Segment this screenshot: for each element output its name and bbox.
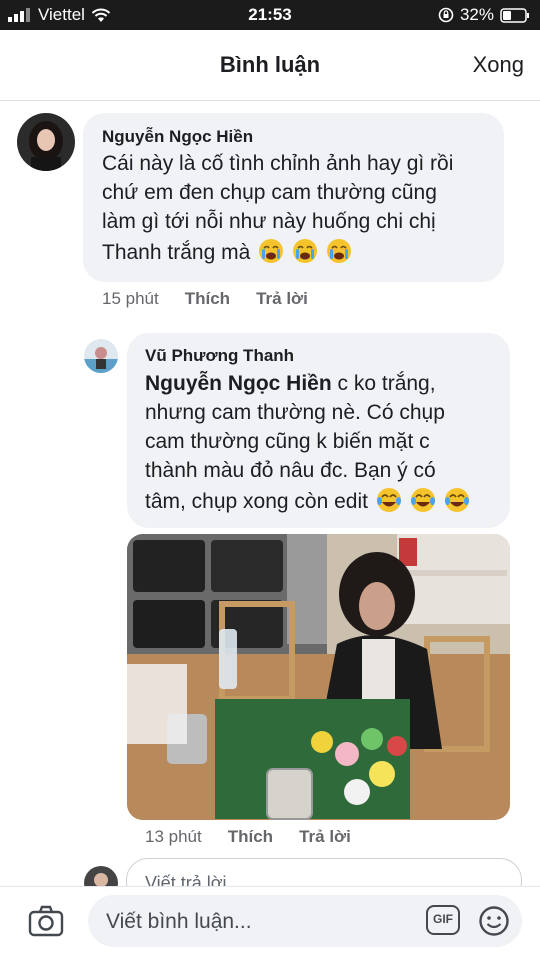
gif-label: GIF [433, 912, 453, 926]
crying-face-icon [292, 239, 317, 263]
emoji-icon[interactable] [478, 905, 510, 937]
tears-of-joy-icon [410, 488, 435, 512]
comments-header: Bình luận Xong [0, 30, 540, 101]
reply-button[interactable]: Trả lời [299, 827, 351, 847]
gif-button[interactable]: GIF [426, 905, 460, 935]
reply-button[interactable]: Trả lời [256, 289, 308, 309]
comment-author[interactable]: Vũ Phương Thanh [145, 346, 294, 366]
comment-placeholder: Viết bình luận... [106, 910, 252, 933]
like-button[interactable]: Thích [185, 289, 230, 309]
tears-of-joy-icon [376, 488, 401, 512]
tears-of-joy-icon [444, 488, 469, 512]
crying-face-icon [259, 239, 284, 263]
comment-composer-bar: Viết bình luận... GIF [0, 886, 540, 961]
comment-author[interactable]: Nguyễn Ngọc Hiền [102, 127, 253, 147]
orientation-lock-icon [438, 7, 454, 23]
page-title: Bình luận [219, 52, 321, 77]
comment-time: 15 phút [102, 289, 159, 308]
avatar[interactable] [84, 339, 118, 373]
done-button[interactable]: Xong [473, 52, 524, 78]
comment-text: Cái này là cố tình chỉnh ảnh hay gì rồi … [102, 152, 454, 264]
comment-text: Nguyễn Ngọc Hiền c ko trắng, nhưng cam t… [145, 369, 470, 516]
mention-link[interactable]: Nguyễn Ngọc Hiền [145, 372, 332, 395]
avatar[interactable] [17, 113, 75, 171]
status-bar: Viettel 21:53 32% [0, 0, 540, 30]
battery-percent: 32% [459, 5, 494, 24]
camera-icon[interactable] [28, 905, 64, 937]
crying-face-icon [326, 239, 351, 263]
comment-time: 13 phút [145, 827, 202, 846]
comment-meta: 13 phút Thích Trả lời [145, 827, 351, 847]
comment-photo[interactable] [127, 534, 510, 820]
comment-input[interactable]: Viết bình luận... GIF [88, 895, 522, 947]
battery-icon [500, 7, 529, 23]
comment-meta: 15 phút Thích Trả lời [102, 289, 308, 309]
like-button[interactable]: Thích [228, 827, 273, 847]
